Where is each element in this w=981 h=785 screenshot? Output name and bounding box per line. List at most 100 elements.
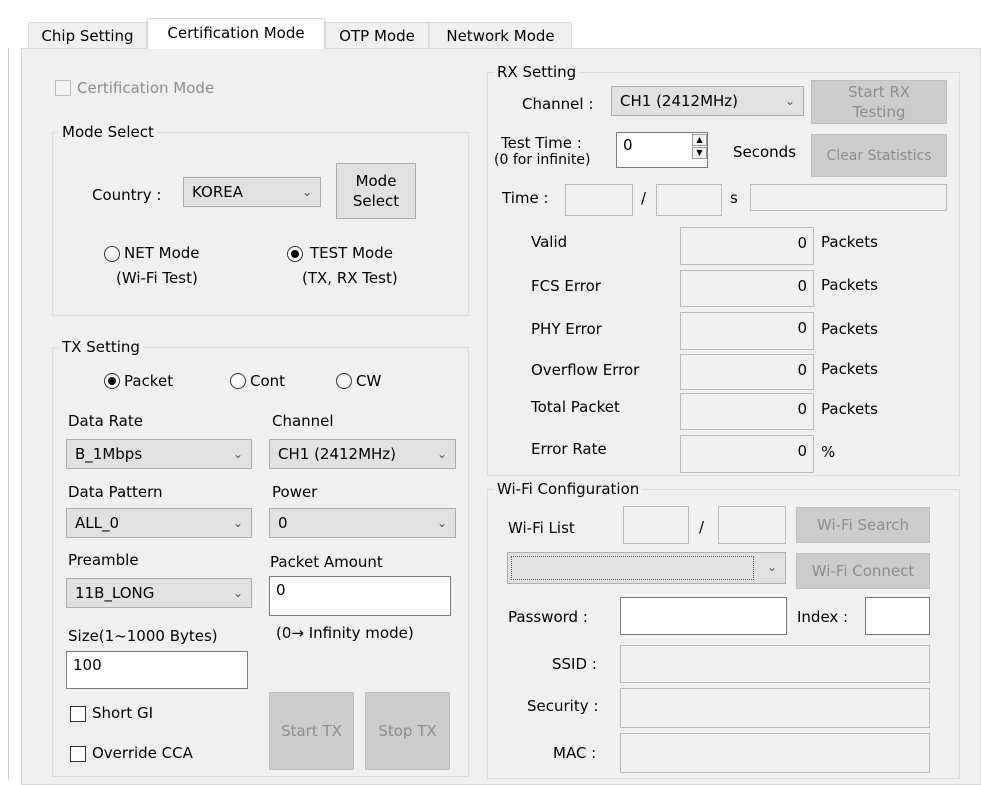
net-mode-sublabel: (Wi-Fi Test) (116, 269, 198, 287)
mode-select-title: Mode Select (59, 123, 157, 141)
preamble-value: 11B_LONG (75, 584, 155, 602)
index-input[interactable] (865, 597, 930, 635)
power-dropdown[interactable]: 0 ⌄ (269, 508, 456, 538)
tx-cont-radio[interactable] (230, 373, 246, 389)
password-label: Password : (508, 608, 588, 626)
stat-label: Error Rate (531, 440, 607, 458)
test-time-hint: (0 for infinite) (494, 152, 591, 168)
time-slash: / (641, 189, 647, 207)
tx-cont-label: Cont (250, 372, 286, 390)
start-tx-button[interactable]: Start TX (269, 692, 354, 770)
tx-cw-label: CW (356, 372, 382, 390)
password-input[interactable] (620, 597, 787, 635)
net-mode-radio[interactable] (104, 246, 120, 262)
tx-packet-label: Packet (124, 372, 174, 390)
start-rx-testing-button[interactable]: Start RX Testing (811, 80, 947, 124)
stat-unit: Packets (821, 320, 878, 338)
override-cca-label: Override CCA (92, 744, 193, 762)
security-label: Security : (527, 697, 599, 715)
spin-down-icon[interactable]: ▼ (692, 147, 707, 159)
tx-cw-radio[interactable] (336, 373, 352, 389)
chevron-down-icon: ⌄ (232, 586, 243, 600)
stop-tx-button[interactable]: Stop TX (365, 692, 450, 770)
chevron-down-icon: ⌄ (766, 560, 777, 574)
stat-unit: Packets (821, 360, 878, 378)
wifi-connect-button[interactable]: Wi-Fi Connect (796, 553, 930, 589)
mac-label: MAC : (553, 744, 597, 762)
stat-label: Total Packet (531, 398, 620, 416)
clear-statistics-button[interactable]: Clear Statistics (811, 134, 947, 177)
rx-progress-bar (750, 184, 947, 211)
preamble-dropdown[interactable]: 11B_LONG ⌄ (66, 578, 252, 608)
certification-mode-checkbox[interactable] (55, 80, 71, 96)
stat-label: Valid (531, 233, 568, 251)
data-rate-value: B_1Mbps (75, 445, 143, 463)
tx-setting-title: TX Setting (59, 338, 143, 356)
chevron-down-icon: ⌄ (784, 94, 795, 108)
data-pattern-label: Data Pattern (68, 483, 163, 501)
packet-amount-label: Packet Amount (270, 553, 383, 571)
stat-value: 0 (680, 312, 814, 350)
test-time-label: Test Time : (501, 134, 582, 152)
stat-value: 0 (680, 227, 814, 265)
tab-chip-setting[interactable]: Chip Setting (28, 22, 147, 48)
seconds-label: Seconds (733, 143, 797, 161)
data-rate-dropdown[interactable]: B_1Mbps ⌄ (66, 439, 252, 469)
size-input[interactable]: 100 (66, 651, 248, 689)
power-value: 0 (278, 514, 288, 532)
certification-mode-label: Certification Mode (77, 79, 215, 97)
stat-value: 0 (680, 435, 814, 473)
stat-value: 0 (680, 354, 814, 390)
packet-amount-input[interactable]: 0 (269, 576, 451, 616)
rx-channel-label: Channel : (522, 95, 594, 113)
country-value: KOREA (192, 183, 243, 201)
power-label: Power (272, 483, 318, 501)
ssid-label: SSID : (552, 655, 597, 673)
rx-channel-value: CH1 (2412MHz) (620, 92, 739, 110)
preamble-label: Preamble (68, 551, 139, 569)
tab-bar: Chip Setting Certification Mode OTP Mode… (0, 0, 981, 49)
test-mode-label: TEST Mode (310, 244, 393, 262)
spin-up-icon[interactable]: ▲ (692, 134, 707, 146)
country-label: Country : (92, 186, 162, 204)
stat-value: 0 (680, 270, 814, 307)
chevron-down-icon: ⌄ (232, 447, 243, 461)
wifi-list-total-field (718, 506, 786, 544)
test-mode-sublabel: (TX, RX Test) (302, 269, 398, 287)
wifi-configuration-title: Wi-Fi Configuration (494, 480, 643, 498)
tx-packet-radio[interactable] (104, 373, 120, 389)
short-gi-label: Short GI (92, 704, 154, 722)
stat-value: 0 (680, 393, 814, 430)
window-edge (8, 48, 9, 780)
time-elapsed-field (565, 184, 633, 216)
time-total-field (656, 184, 722, 216)
tab-certification-mode[interactable]: Certification Mode (147, 18, 325, 49)
stat-unit: Packets (821, 276, 878, 294)
time-unit-label: s (730, 189, 738, 207)
tab-otp-mode[interactable]: OTP Mode (325, 22, 429, 48)
wifi-network-dropdown[interactable]: ⌄ (507, 552, 786, 584)
stat-unit: % (821, 443, 836, 461)
country-dropdown[interactable]: KOREA ⌄ (183, 177, 321, 207)
test-mode-radio[interactable] (287, 246, 303, 262)
tab-network-mode[interactable]: Network Mode (429, 22, 572, 48)
short-gi-checkbox[interactable] (70, 706, 86, 722)
override-cca-checkbox[interactable] (70, 746, 86, 762)
mode-select-button[interactable]: Mode Select (336, 163, 416, 219)
chevron-down-icon: ⌄ (232, 516, 243, 530)
chevron-down-icon: ⌄ (436, 516, 447, 530)
data-pattern-dropdown[interactable]: ALL_0 ⌄ (66, 508, 252, 538)
mode-select-group (52, 132, 469, 316)
wifi-search-button[interactable]: Wi-Fi Search (796, 507, 930, 543)
wifi-list-count-field (623, 506, 689, 544)
tx-channel-dropdown[interactable]: CH1 (2412MHz) ⌄ (269, 439, 456, 469)
tx-channel-value: CH1 (2412MHz) (278, 445, 397, 463)
stat-label: FCS Error (531, 277, 601, 295)
wifi-list-slash: / (699, 518, 705, 536)
net-mode-label: NET Mode (124, 244, 200, 262)
rx-channel-dropdown[interactable]: CH1 (2412MHz) ⌄ (611, 86, 804, 116)
wifi-list-label: Wi-Fi List (508, 519, 575, 537)
time-label: Time : (502, 189, 549, 207)
packet-amount-hint: (0→ Infinity mode) (276, 624, 414, 642)
stat-unit: Packets (821, 400, 878, 418)
